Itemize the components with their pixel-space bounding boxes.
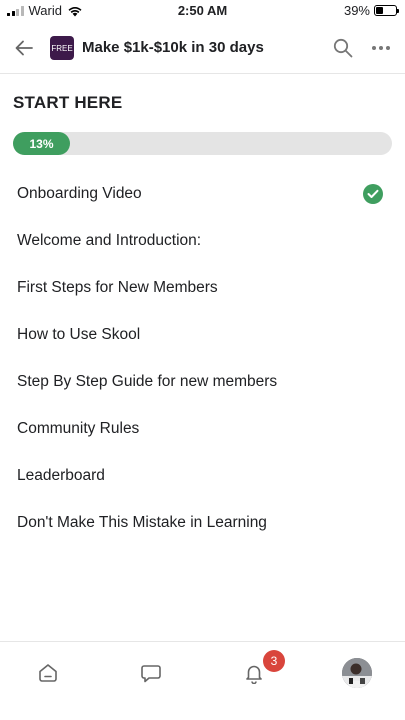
lesson-label: Welcome and Introduction: <box>17 231 202 249</box>
search-button[interactable] <box>331 36 355 60</box>
nav-home[interactable] <box>33 658 63 688</box>
lesson-item[interactable]: How to Use Skool <box>0 311 405 358</box>
more-icon-dot <box>379 46 383 50</box>
more-button[interactable] <box>369 36 393 60</box>
lesson-label: First Steps for New Members <box>17 278 218 296</box>
lesson-item[interactable]: Leaderboard <box>0 452 405 499</box>
lesson-item[interactable]: Welcome and Introduction: <box>0 217 405 264</box>
section-title: START HERE <box>13 93 123 112</box>
lesson-label: Community Rules <box>17 419 140 437</box>
lesson-label: Onboarding Video <box>17 184 142 202</box>
check-circle-icon <box>363 184 383 204</box>
lesson-item[interactable]: Step By Step Guide for new members <box>0 358 405 405</box>
profile-photo <box>342 658 372 688</box>
more-icon-dot <box>372 46 376 50</box>
avatar[interactable] <box>342 658 372 688</box>
progress-bar: 13% <box>13 132 392 155</box>
chat-icon <box>141 665 161 683</box>
lesson-label: Don't Make This Mistake in Learning <box>17 513 267 531</box>
bell-icon <box>246 665 262 684</box>
back-button[interactable] <box>12 36 36 60</box>
battery-fill <box>376 7 384 14</box>
more-icon-dot <box>386 46 390 50</box>
lesson-item[interactable]: Don't Make This Mistake in Learning <box>0 499 405 546</box>
back-arrow-icon <box>15 40 33 56</box>
progress-label: 13% <box>29 136 54 151</box>
lesson-label: How to Use Skool <box>17 325 141 343</box>
notification-badge: 3 <box>263 650 285 672</box>
lesson-list: Onboarding Video Welcome and Introductio… <box>0 170 405 546</box>
lesson-item[interactable]: First Steps for New Members <box>0 264 405 311</box>
page-title: Make $1k-$10k in 30 days <box>82 39 264 56</box>
home-icon <box>39 664 57 682</box>
lesson-item[interactable]: Community Rules <box>0 405 405 452</box>
battery-icon <box>374 5 399 16</box>
battery-group: 39% <box>343 3 399 18</box>
search-icon <box>333 38 353 58</box>
app-header: FREE Make $1k-$10k in 30 days <box>0 24 405 74</box>
nav-chat[interactable] <box>136 658 166 688</box>
lesson-item[interactable]: Onboarding Video <box>0 170 405 217</box>
bottom-nav: 3 <box>0 641 405 720</box>
status-bar: Warid 2:50 AM 39% <box>0 0 405 22</box>
lesson-label: Leaderboard <box>17 466 105 484</box>
lesson-label: Step By Step Guide for new members <box>17 372 278 390</box>
progress-fill: 13% <box>13 132 70 155</box>
group-logo: FREE <box>50 36 74 60</box>
battery-percent: 39% <box>343 3 370 18</box>
